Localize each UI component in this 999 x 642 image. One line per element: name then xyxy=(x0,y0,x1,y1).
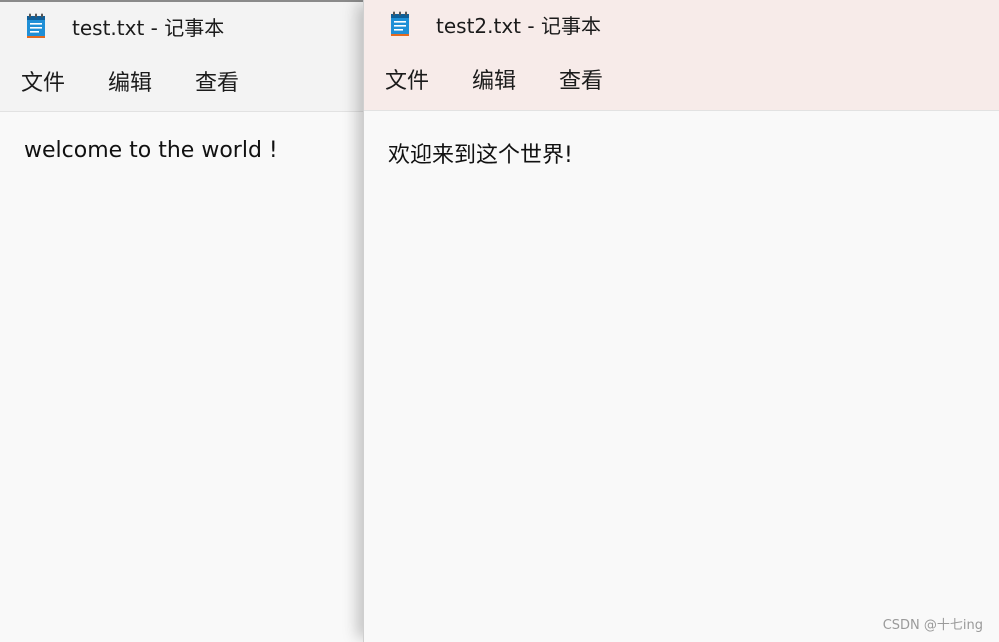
window-title: test.txt - 记事本 xyxy=(72,15,225,40)
text-editor[interactable]: welcome to the world ! xyxy=(0,112,364,642)
title-bar[interactable]: test2.txt - 记事本 xyxy=(364,0,999,48)
menu-view[interactable]: 查看 xyxy=(559,63,603,95)
watermark: CSDN @十七ing xyxy=(882,618,983,633)
notepad-window-test: test.txt - 记事本 文件 编辑 查看 welcome to the w… xyxy=(0,0,364,642)
desktop: test.txt - 记事本 文件 编辑 查看 welcome to the w… xyxy=(0,0,999,642)
menu-file[interactable]: 文件 xyxy=(21,65,65,97)
notepad-window-test2: test2.txt - 记事本 文件 编辑 查看 欢迎来到这个世界! xyxy=(363,0,999,642)
notepad-icon xyxy=(391,11,409,36)
menu-bar: 文件 编辑 查看 xyxy=(364,48,999,111)
text-editor[interactable]: 欢迎来到这个世界! xyxy=(364,111,999,642)
notepad-icon xyxy=(27,13,45,38)
menu-edit[interactable]: 编辑 xyxy=(108,65,152,97)
menu-file[interactable]: 文件 xyxy=(385,63,429,95)
menu-edit[interactable]: 编辑 xyxy=(472,63,516,95)
menu-bar: 文件 编辑 查看 xyxy=(0,50,364,112)
menu-view[interactable]: 查看 xyxy=(195,65,239,97)
title-bar[interactable]: test.txt - 记事本 xyxy=(0,0,364,50)
window-title: test2.txt - 记事本 xyxy=(436,13,601,38)
